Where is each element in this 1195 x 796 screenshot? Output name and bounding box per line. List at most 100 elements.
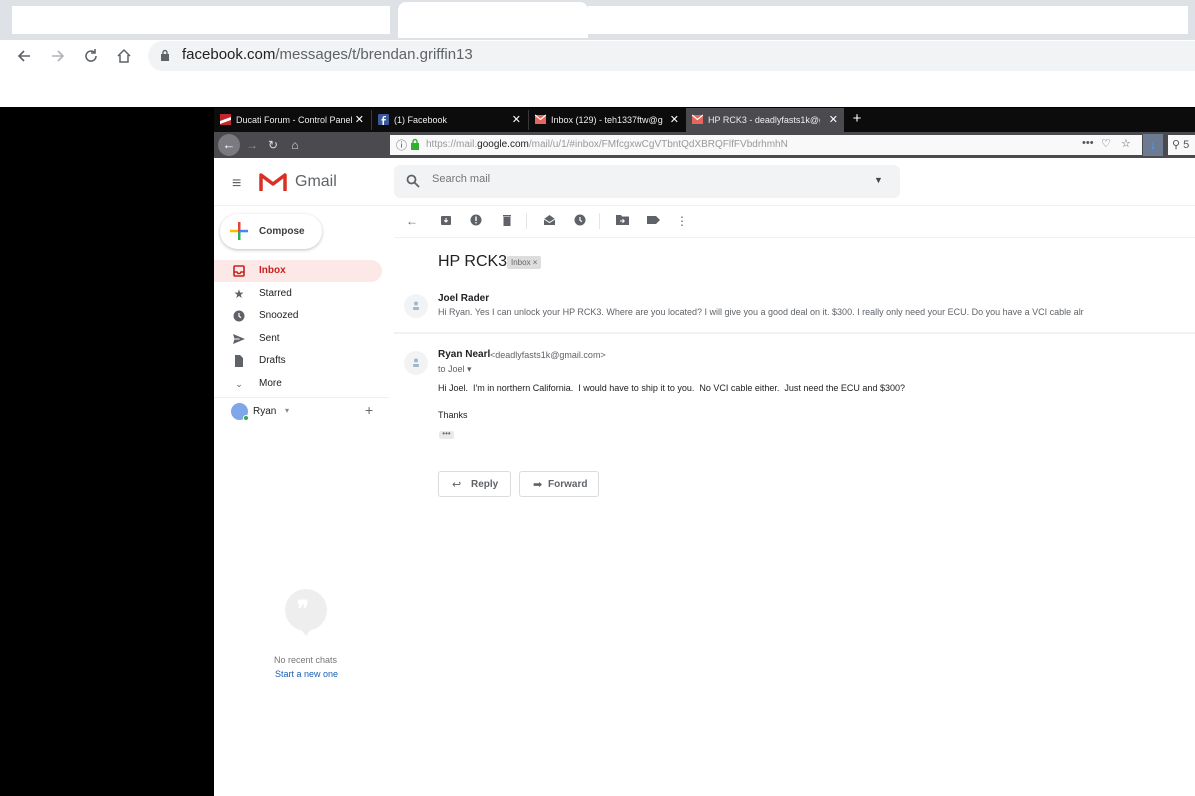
snooze-button[interactable] [573,214,587,228]
sidebar-item-label: Snoozed [259,310,299,321]
more-options-button[interactable]: ⋮ [675,214,689,228]
firefox-search-box[interactable]: ⚲ 5 [1168,135,1195,155]
sidebar-divider [214,397,389,398]
gmail-icon [692,114,703,124]
tab-inbox-teh1337ftw[interactable]: Inbox (129) - teh1337ftw@gmail.com ✕ [529,108,685,132]
gmail-icon [535,114,546,124]
close-icon[interactable]: ✕ [670,108,679,132]
sidebar-item-inbox[interactable]: Inbox [214,260,382,282]
move-to-button[interactable] [615,214,629,228]
firefox-home-button[interactable]: ⌂ [286,134,304,156]
main-menu-button[interactable]: ≡ [232,175,241,193]
sender-avatar [404,351,428,375]
tab-hp-rck3[interactable]: HP RCK3 - deadlyfasts1k@gmail.com ✕ [686,108,844,132]
tab-title: (1) Facebook [394,115,448,125]
mark-unread-button[interactable] [542,214,556,228]
sidebar-item-starred[interactable]: ★ Starred [214,283,382,305]
outer-forward-button[interactable] [46,44,70,68]
search-icon[interactable] [406,174,420,188]
tab-title: Ducati Forum - Control Panel [236,115,353,125]
message-snippet[interactable]: Hi Ryan. Yes I can unlock your HP RCK3. … [438,307,1084,317]
page-actions-icon[interactable]: ••• [1082,137,1094,149]
ducati-forum-icon [220,114,231,125]
person-icon [413,358,419,367]
bookmark-star-icon[interactable]: ☆ [1121,137,1131,150]
hangouts-user-name[interactable]: Ryan [253,406,276,417]
gmail-brand[interactable]: Gmail [295,173,337,191]
search-icon: ⚲ [1172,139,1184,151]
outer-home-button[interactable] [112,44,136,68]
draft-icon [233,355,245,367]
new-chat-plus-icon[interactable]: + [365,402,373,418]
caret-down-icon: ▼ [874,175,883,185]
outer-back-button[interactable] [12,44,36,68]
pocket-icon[interactable]: ♡ [1101,137,1111,150]
home-icon: ⌂ [291,138,299,152]
downloads-button[interactable]: ↓ [1143,134,1163,156]
show-trimmed-content-button[interactable]: ••• [439,430,454,439]
download-arrow-icon: ↓ [1150,138,1156,152]
compose-plus-icon [230,222,248,240]
firefox-reload-button[interactable]: ↻ [264,134,282,156]
labels-button[interactable] [646,214,660,228]
outer-tab-redacted-2[interactable] [588,6,1188,34]
new-tab-button[interactable]: + [848,108,866,132]
message-divider [394,332,1195,334]
firefox-forward-button[interactable]: → [243,134,261,156]
tab-ducati-forum[interactable]: Ducati Forum - Control Panel ✕ [214,108,370,132]
reply-icon: ↩ [452,479,462,491]
facebook-icon [378,114,389,125]
close-icon[interactable]: ✕ [829,108,838,132]
search-options-dropdown[interactable]: ▼ [874,175,883,185]
outer-tab-active[interactable] [398,2,588,38]
url-host: google.com [477,139,529,150]
forward-button[interactable]: ➡ Forward [519,471,599,497]
move-to-folder-icon [615,215,629,225]
info-icon[interactable]: ⓘ [396,137,407,153]
inbox-label-chip[interactable]: Inbox × [507,256,542,269]
person-icon [413,301,419,310]
sidebar-item-drafts[interactable]: Drafts [214,350,382,372]
close-icon[interactable]: ✕ [355,108,364,132]
report-spam-button[interactable] [469,214,483,228]
message-sender-email: <deadlyfasts1k@gmail.com> [490,350,606,360]
outer-url-text[interactable]: facebook.com/messages/t/brendan.griffin1… [182,46,473,63]
arrow-left-icon: ← [406,214,418,228]
arrow-left-icon [17,50,30,62]
sidebar-item-sent[interactable]: Sent [214,328,382,350]
recipient-details-toggle[interactable]: to Joel ▾ [438,364,472,375]
chevron-down-icon: ⌄ [235,379,243,389]
firefox-back-button[interactable]: ← [218,134,240,156]
outer-url-host: facebook.com [182,46,276,63]
outer-tab-redacted[interactable] [12,6,390,34]
sidebar-item-more[interactable]: ⌄ More [214,373,382,395]
gmail-logo-icon[interactable] [259,172,287,192]
back-to-inbox-button[interactable]: ← [405,214,419,228]
firefox-url-text[interactable]: https://mail.google.com/mail/u/1/#inbox/… [426,139,788,150]
arrow-right-icon [52,50,65,62]
inbox-icon [233,265,245,277]
search-input[interactable] [432,173,832,185]
reply-button[interactable]: ↩ Reply [438,471,511,497]
message-body: Hi Joel. I'm in northern California. I w… [438,383,905,393]
message-sender-name[interactable]: Joel Rader [438,293,489,304]
start-new-chat-link[interactable]: Start a new one [275,669,338,679]
quote-icon: ❞ [297,596,309,621]
secure-lock-icon [411,138,419,150]
caret-down-icon[interactable]: ▾ [285,406,289,415]
archive-button[interactable] [439,214,453,228]
sidebar-item-label: Drafts [259,355,286,366]
hangouts-bubble-tail [300,628,312,636]
tab-facebook[interactable]: (1) Facebook ✕ [372,108,527,132]
star-icon: ★ [233,287,245,301]
message-sender-name[interactable]: Ryan Nearl [438,349,490,360]
forward-icon: ➡ [533,479,543,491]
close-icon[interactable]: ✕ [512,108,521,132]
trash-icon [503,215,511,226]
archive-icon [441,216,451,225]
lock-icon [161,49,169,61]
sidebar-item-snoozed[interactable]: Snoozed [214,305,382,327]
mark-unread-icon [543,215,555,225]
outer-reload-button[interactable] [79,44,103,68]
delete-button[interactable] [500,214,514,228]
